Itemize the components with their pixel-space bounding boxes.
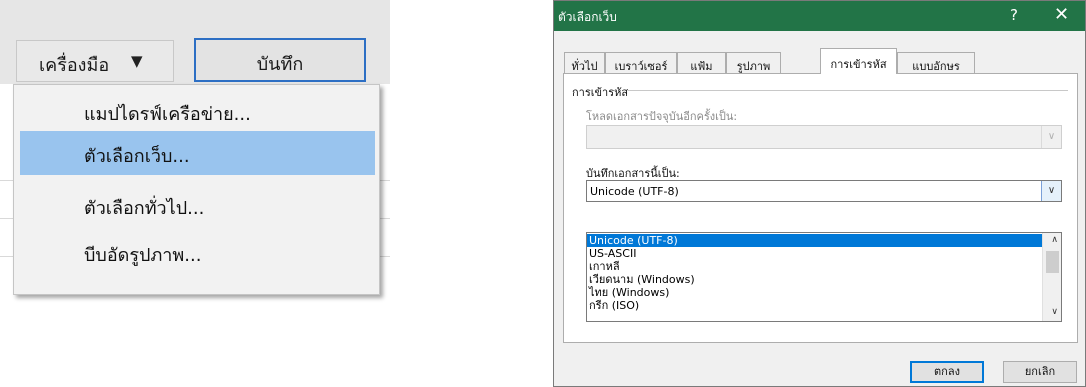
list-item[interactable]: เวียดนาม (Windows) (587, 273, 1042, 286)
save-dialog-fragment: เครื่องมือ ▼ บันทึก แมปไดรฟ์เครือข่าย...… (0, 0, 390, 387)
save-button[interactable]: บันทึก (194, 38, 366, 82)
scrollbar-thumb[interactable] (1046, 251, 1059, 273)
tab-files[interactable]: แฟ้ม (677, 52, 726, 73)
encoding-dropdown-list: Unicode (UTF-8) US-ASCII เกาหลี เวียดนาม… (586, 232, 1062, 322)
chevron-down-icon[interactable]: ∨ (1051, 307, 1058, 317)
tab-fonts[interactable]: แบบอักษร (897, 52, 975, 73)
menu-item-label: บีบอัดรูปภาพ... (84, 245, 202, 266)
tab-browsers[interactable]: เบราว์เซอร์ (605, 52, 677, 73)
menu-item-label: ตัวเลือกเว็บ... (84, 146, 190, 167)
dialog-titlebar: ตัวเลือกเว็บ ? ✕ (554, 1, 1085, 31)
scrollbar[interactable]: ∧ ∨ (1042, 233, 1061, 321)
list-item[interactable]: US-ASCII (587, 247, 1042, 260)
menu-item-label: แมปไดรฟ์เครือข่าย... (84, 104, 251, 125)
chevron-up-icon[interactable]: ∧ (1051, 235, 1058, 245)
group-title: การเข้ารหัส (572, 86, 629, 99)
reload-label: โหลดเอกสารปัจจุบันอีกครั้งเป็น: (586, 110, 738, 123)
tools-label: เครื่องมือ (39, 55, 110, 76)
help-button[interactable]: ? (1010, 6, 1018, 24)
menu-item-compress-pictures[interactable]: บีบอัดรูปภาพ... (20, 230, 375, 274)
list-item[interactable]: เกาหลี (587, 260, 1042, 273)
chevron-down-icon: ▼ (131, 52, 143, 70)
chevron-down-icon: ∨ (1041, 126, 1061, 148)
save-encoding-value: Unicode (UTF-8) (590, 185, 679, 198)
ok-button[interactable]: ตกลง (910, 361, 984, 383)
group-divider (628, 90, 1068, 91)
menu-item-map-network-drive[interactable]: แมปไดรฟ์เครือข่าย... (20, 89, 375, 133)
menu-item-web-options[interactable]: ตัวเลือกเว็บ... (20, 131, 375, 175)
tab-label: การเข้ารหัส (830, 58, 887, 71)
tab-encoding[interactable]: การเข้ารหัส (820, 48, 897, 74)
list-item[interactable]: Unicode (UTF-8) (587, 234, 1042, 247)
tools-menu: แมปไดรฟ์เครือข่าย... ตัวเลือกเว็บ... ตัว… (13, 84, 380, 295)
list-item[interactable]: กรีก (ISO) (587, 299, 1042, 312)
list-item[interactable]: ไทย (Windows) (587, 286, 1042, 299)
dialog-title: ตัวเลือกเว็บ (558, 10, 617, 24)
reload-encoding-select: ∨ (586, 125, 1062, 149)
cancel-button[interactable]: ยกเลิก (1003, 361, 1077, 383)
menu-item-label: ตัวเลือกทั่วไป... (84, 198, 205, 219)
menu-item-general-options[interactable]: ตัวเลือกทั่วไป... (20, 183, 375, 227)
chevron-down-icon[interactable]: ∨ (1041, 181, 1061, 201)
web-options-dialog: ตัวเลือกเว็บ ? ✕ ทั่วไป เบราว์เซอร์ แฟ้ม… (553, 0, 1086, 387)
tools-button[interactable]: เครื่องมือ ▼ (16, 40, 174, 82)
close-button[interactable]: ✕ (1054, 4, 1069, 25)
save-encoding-select[interactable]: Unicode (UTF-8) ∨ (586, 180, 1062, 202)
tab-pictures[interactable]: รูปภาพ (726, 52, 781, 73)
tab-general[interactable]: ทั่วไป (564, 52, 605, 73)
save-label: บันทึก (256, 54, 304, 75)
